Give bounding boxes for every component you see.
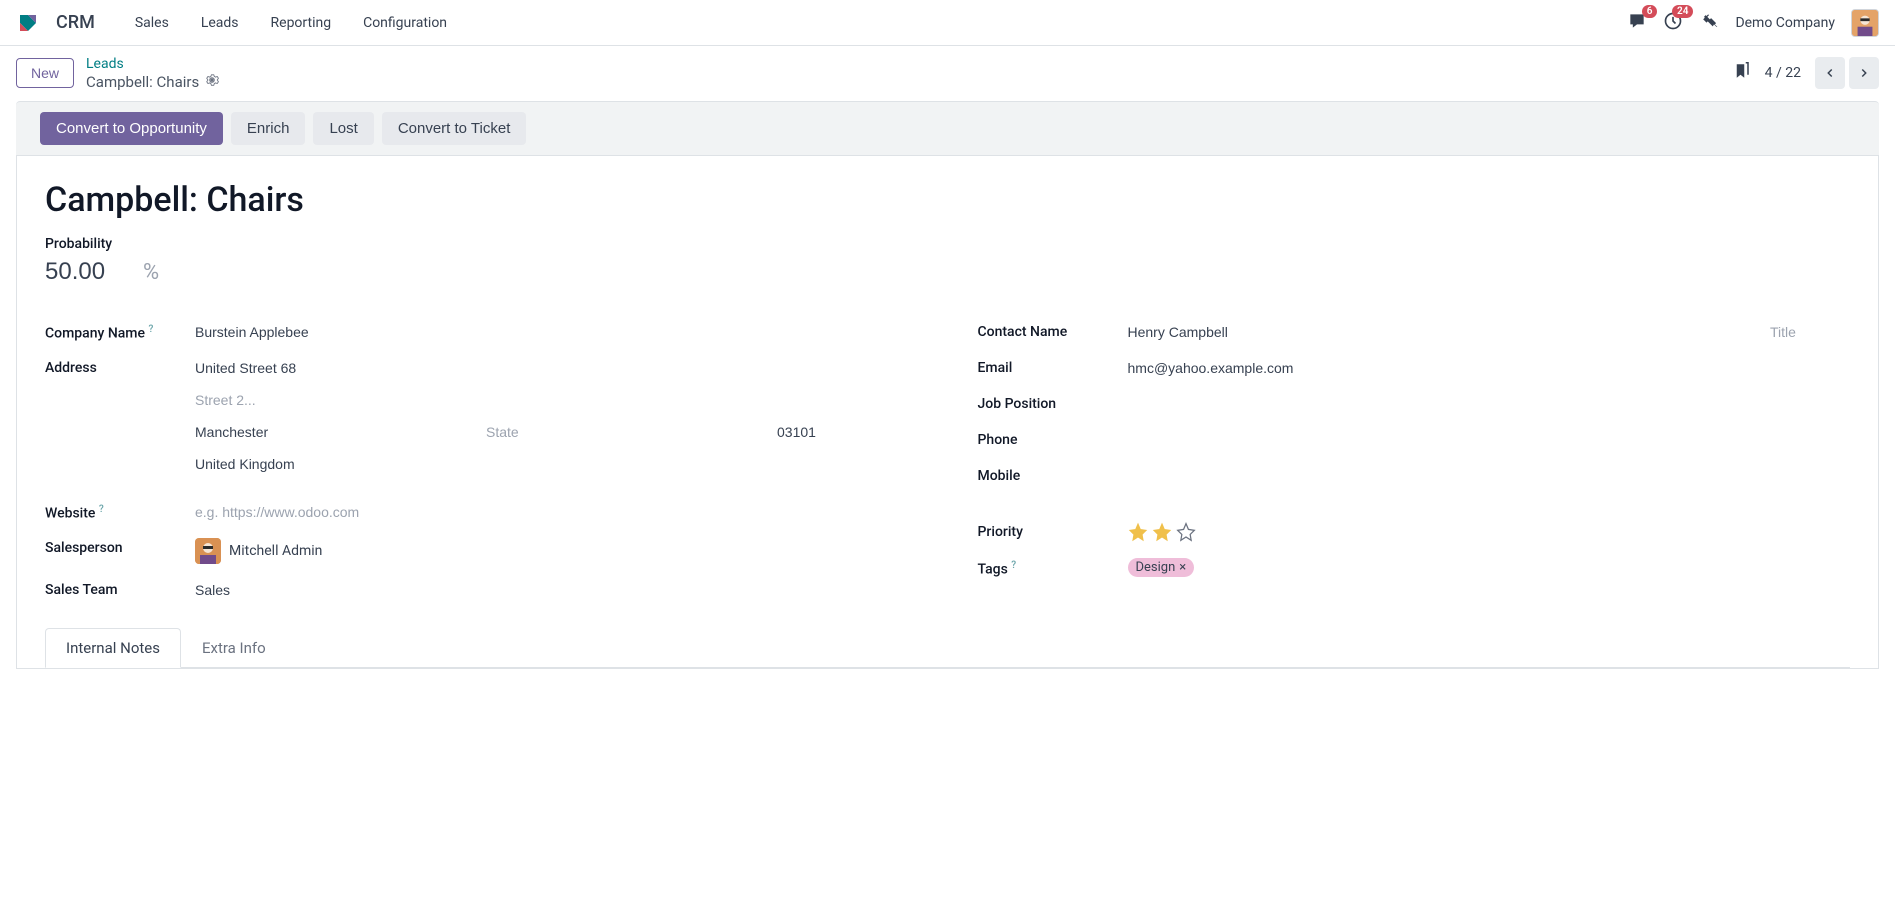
form-right-column: Contact Name Email Job Position Phone Mo…	[978, 314, 1851, 608]
breadcrumb: Leads Campbell: Chairs	[86, 56, 219, 91]
probability-label: Probability	[45, 236, 1850, 252]
state-input[interactable]	[486, 422, 767, 442]
messages-badge: 6	[1642, 5, 1658, 18]
website-label: Website ?	[45, 502, 195, 522]
debug-icon[interactable]	[1699, 11, 1719, 35]
status-bar: Convert to Opportunity Enrich Lost Conve…	[16, 101, 1879, 156]
help-icon[interactable]: ?	[99, 504, 104, 515]
salesperson-name: Mitchell Admin	[229, 543, 322, 559]
salesperson-avatar-icon	[195, 538, 221, 564]
record-title[interactable]: Campbell: Chairs	[45, 180, 1850, 220]
activities-badge: 24	[1672, 5, 1693, 18]
form-sheet: Campbell: Chairs Probability % Company N…	[16, 156, 1879, 669]
nav-leads[interactable]: Leads	[189, 5, 251, 41]
help-icon[interactable]: ?	[1011, 560, 1016, 571]
gear-icon[interactable]	[205, 73, 219, 91]
tags-label: Tags ?	[978, 558, 1128, 578]
contact-title-input[interactable]	[1770, 322, 1850, 342]
address-block	[195, 358, 918, 486]
pager-counter[interactable]: 4 / 22	[1765, 65, 1801, 81]
priority-stars	[1128, 522, 1851, 542]
salesperson-label: Salesperson	[45, 538, 195, 556]
star-icon[interactable]	[1128, 522, 1148, 542]
pager-buttons	[1815, 57, 1879, 89]
city-input[interactable]	[195, 422, 476, 442]
navbar-left: CRM Sales Leads Reporting Configuration	[16, 5, 459, 41]
street-input[interactable]	[195, 358, 918, 378]
tag-remove-icon[interactable]: ×	[1179, 560, 1186, 575]
enrich-button[interactable]: Enrich	[231, 112, 306, 145]
percent-symbol: %	[143, 260, 159, 285]
priority-label: Priority	[978, 522, 1128, 540]
mobile-input[interactable]	[1128, 466, 1851, 486]
user-avatar[interactable]	[1851, 9, 1879, 37]
sales-team-label: Sales Team	[45, 580, 195, 598]
tab-internal-notes[interactable]: Internal Notes	[45, 628, 181, 668]
tags-value[interactable]: Design ×	[1128, 558, 1851, 577]
tab-extra-info[interactable]: Extra Info	[181, 628, 287, 668]
app-logo-icon[interactable]	[16, 11, 40, 35]
probability-row: %	[45, 258, 1850, 286]
sales-team-input[interactable]	[195, 580, 918, 600]
email-input[interactable]	[1128, 358, 1851, 378]
breadcrumb-current: Campbell: Chairs	[86, 73, 219, 91]
breadcrumb-current-text: Campbell: Chairs	[86, 73, 199, 91]
messages-icon[interactable]: 6	[1627, 11, 1647, 35]
company-name-input[interactable]	[195, 322, 918, 342]
bookmark-icon[interactable]	[1733, 62, 1751, 84]
convert-opportunity-button[interactable]: Convert to Opportunity	[40, 112, 223, 145]
company-name-label: Company Name ?	[45, 322, 195, 342]
breadcrumb-parent-link[interactable]: Leads	[86, 56, 219, 73]
top-navbar: CRM Sales Leads Reporting Configuration …	[0, 0, 1895, 46]
address-label: Address	[45, 358, 195, 376]
phone-label: Phone	[978, 430, 1128, 448]
tag-label: Design	[1136, 560, 1176, 575]
control-right: 4 / 22	[1733, 57, 1879, 89]
mobile-label: Mobile	[978, 466, 1128, 484]
pager-next-button[interactable]	[1849, 57, 1879, 89]
activities-icon[interactable]: 24	[1663, 11, 1683, 35]
notebook-tabs: Internal Notes Extra Info	[45, 628, 1850, 668]
contact-name-input[interactable]	[1128, 322, 1759, 342]
nav-reporting[interactable]: Reporting	[259, 5, 344, 41]
nav-configuration[interactable]: Configuration	[351, 5, 459, 41]
email-label: Email	[978, 358, 1128, 376]
street2-input[interactable]	[195, 390, 918, 410]
help-icon[interactable]: ?	[148, 324, 153, 335]
lost-button[interactable]: Lost	[313, 112, 373, 145]
convert-ticket-button[interactable]: Convert to Ticket	[382, 112, 527, 145]
control-panel: New Leads Campbell: Chairs 4 / 22	[0, 46, 1895, 101]
new-button[interactable]: New	[16, 58, 74, 88]
job-position-input[interactable]	[1128, 394, 1851, 414]
star-icon[interactable]	[1152, 522, 1172, 542]
probability-input[interactable]	[45, 258, 125, 286]
salesperson-value[interactable]: Mitchell Admin	[195, 538, 918, 564]
zip-input[interactable]	[777, 422, 918, 442]
tag-pill[interactable]: Design ×	[1128, 558, 1195, 577]
navbar-right: 6 24 Demo Company	[1627, 9, 1879, 37]
app-name[interactable]: CRM	[56, 12, 95, 33]
star-icon[interactable]	[1176, 522, 1196, 542]
form-grid: Company Name ? Address Webs	[45, 314, 1850, 608]
country-input[interactable]	[195, 454, 918, 474]
phone-input[interactable]	[1128, 430, 1851, 450]
nav-sales[interactable]: Sales	[123, 5, 181, 41]
form-left-column: Company Name ? Address Webs	[45, 314, 918, 608]
pager-prev-button[interactable]	[1815, 57, 1845, 89]
company-selector[interactable]: Demo Company	[1735, 15, 1835, 31]
contact-name-label: Contact Name	[978, 322, 1128, 340]
website-input[interactable]	[195, 502, 918, 522]
job-position-label: Job Position	[978, 394, 1128, 412]
